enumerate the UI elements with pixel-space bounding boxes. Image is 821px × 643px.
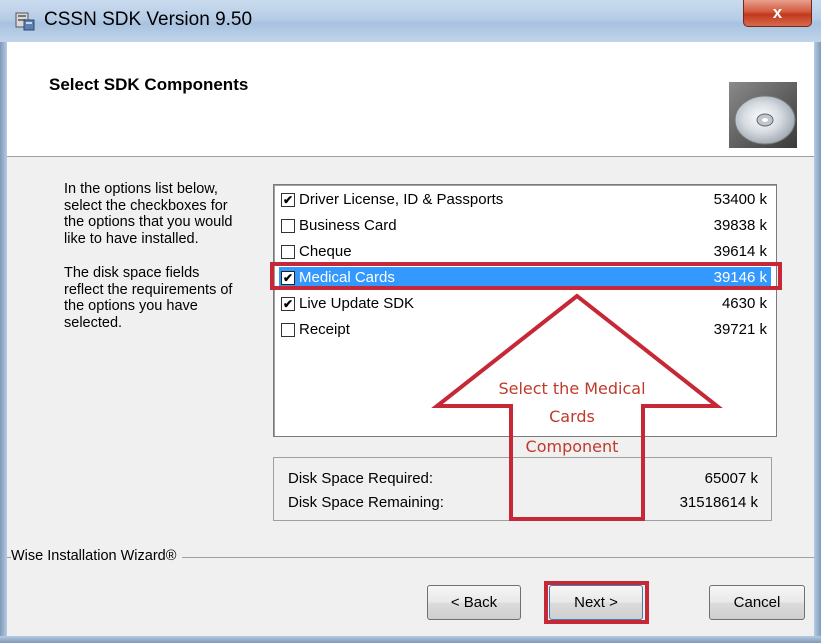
installer-window: CSSN SDK Version 9.50 x Select SDK Compo… <box>0 0 821 643</box>
cd-disc-icon <box>729 82 797 148</box>
cancel-button[interactable]: Cancel <box>709 585 805 620</box>
window-frame-left <box>0 42 7 643</box>
disk-space-remaining-label: Disk Space Remaining: <box>288 494 444 511</box>
instructions-paragraph-2: The disk space fields reflect the requir… <box>64 265 233 331</box>
list-item-size: 4630 k <box>721 295 767 312</box>
window-title: CSSN SDK Version 9.50 <box>44 9 253 30</box>
back-button[interactable]: < Back <box>427 585 521 620</box>
close-icon: x <box>772 3 783 22</box>
disk-space-required-label: Disk Space Required: <box>288 470 434 487</box>
close-button[interactable]: x <box>743 0 812 27</box>
window-frame-right <box>814 42 821 643</box>
highlight-box-next-button <box>544 581 649 624</box>
brand-label: Wise Installation Wizard® <box>11 548 183 564</box>
instructions-text: In the options list below, select the ch… <box>64 181 239 349</box>
checkbox-live-update-sdk[interactable]: ✔ <box>281 297 295 311</box>
list-item-label: Business Card <box>299 217 397 234</box>
list-item-size: 39838 k <box>713 217 767 234</box>
checkbox-receipt[interactable] <box>281 323 295 337</box>
checkbox-driver-license[interactable]: ✔ <box>281 193 295 207</box>
window-frame-bottom <box>0 636 821 643</box>
list-item-size: 53400 k <box>713 191 767 208</box>
list-item-size: 39614 k <box>713 243 767 260</box>
list-item-label: Driver License, ID & Passports <box>299 191 504 208</box>
annotation-text-line-2: Cards <box>549 407 595 426</box>
list-item-business-card[interactable]: Business Card 39838 k <box>279 215 771 237</box>
checkbox-cheque[interactable] <box>281 245 295 259</box>
list-item-cheque[interactable]: Cheque 39614 k <box>279 241 771 263</box>
highlight-box-medical-cards <box>270 262 782 290</box>
list-item-label: Live Update SDK <box>299 295 415 312</box>
list-item-label: Cheque <box>299 243 352 260</box>
instructions-paragraph-1: In the options list below, select the ch… <box>64 181 233 247</box>
page-title: Select SDK Components <box>49 75 249 94</box>
annotation-text-line-3: Component <box>525 437 619 456</box>
annotation-text-line-1: Select the Medical <box>498 379 646 398</box>
checkbox-business-card[interactable] <box>281 219 295 233</box>
wizard-body: In the options list below, select the ch… <box>7 157 814 636</box>
wizard-header: Select SDK Components <box>7 42 814 157</box>
installer-app-icon <box>15 12 35 31</box>
title-bar[interactable]: CSSN SDK Version 9.50 x <box>0 0 821 43</box>
list-item-label: Receipt <box>299 321 350 338</box>
list-item-driver-license[interactable]: ✔ Driver License, ID & Passports 53400 k <box>279 189 771 211</box>
